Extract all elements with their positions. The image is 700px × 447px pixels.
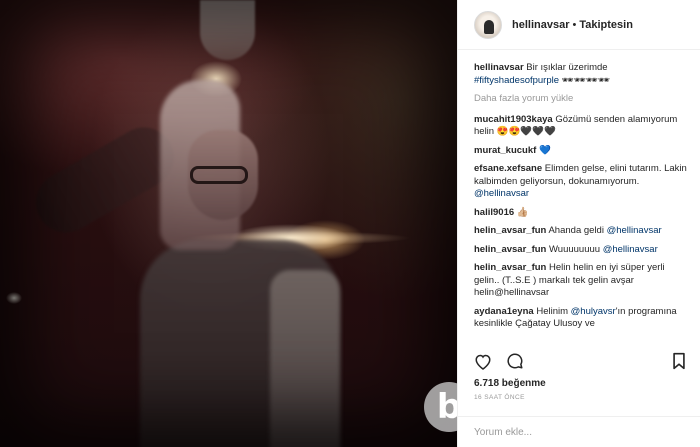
comment-username[interactable]: aydana1eyna: [474, 306, 534, 317]
comment-username[interactable]: helin_avsar_fun: [474, 262, 546, 273]
comment-mention[interactable]: @hellinavsar: [474, 188, 529, 199]
comment-text: 💙: [538, 144, 551, 156]
comment-icon[interactable]: [506, 352, 524, 370]
comment-username[interactable]: helin_avsar_fun: [474, 225, 546, 236]
comment-text: Wuuuuuuuu: [548, 243, 601, 255]
likes-count[interactable]: 6.718 beğenme: [474, 378, 546, 389]
comment-username[interactable]: murat_kucukf: [474, 145, 536, 156]
post-header: hellinavsar • Takiptesin: [458, 0, 700, 50]
comment-username[interactable]: halil9016: [474, 207, 514, 218]
bookmark-icon[interactable]: [670, 352, 688, 370]
list-item: helin_avsar_fun Wuuuuuuuu @hellinavsar: [474, 244, 690, 257]
post-photo[interactable]: [0, 0, 457, 447]
post-timestamp: 16 SAAT ÖNCE: [474, 394, 525, 401]
comments-list: hellinavsar Bir ışıklar üzerimde #fiftys…: [474, 62, 690, 342]
caption-text: Bir ışıklar üzerimde: [526, 62, 608, 73]
heart-icon[interactable]: [474, 352, 492, 370]
header-separator: •: [572, 18, 577, 31]
list-item: halil9016 👍🏼: [474, 207, 690, 220]
comment-mention[interactable]: @hulyavsr: [571, 306, 616, 317]
post-side-panel: hellinavsar • Takiptesin hellinavsar Bir…: [457, 0, 700, 447]
avatar[interactable]: [474, 10, 502, 39]
comment-mention[interactable]: @hellinavsar: [607, 225, 662, 236]
comment-text: Ahanda geldi: [548, 225, 604, 236]
comment-username[interactable]: mucahit1903kaya: [474, 114, 553, 125]
photo-vignette: [0, 0, 457, 447]
caption-username[interactable]: hellinavsar: [474, 62, 524, 73]
list-item: mucahit1903kaya Gözümü senden alamıyorum…: [474, 114, 690, 139]
post-actions-bar: [474, 350, 688, 372]
list-item: efsane.xefsane Elimden gelse, elini tuta…: [474, 163, 690, 201]
comment-username[interactable]: efsane.xefsane: [474, 163, 542, 174]
comment-mention[interactable]: @hellinavsar: [603, 244, 658, 255]
caption-hashtag[interactable]: #fiftyshadesofpurple: [474, 75, 559, 86]
caption: hellinavsar Bir ışıklar üzerimde #fiftys…: [474, 62, 690, 87]
caption-emoji: 🕶🕶🕶🕶: [561, 74, 610, 86]
comment-text: Helinim: [536, 305, 569, 317]
list-item: helin_avsar_fun Ahanda geldi @hellinavsa…: [474, 225, 690, 238]
list-item: aydana1eyna Helinim @hulyavsr'ın program…: [474, 306, 690, 331]
list-item: helin_avsar_fun Helin helin en iyi süper…: [474, 262, 690, 300]
add-comment-input[interactable]: Yorum ekle...: [458, 416, 700, 447]
load-more-comments-button[interactable]: Daha fazla yorum yükle: [474, 93, 690, 106]
follow-status-button[interactable]: Takiptesin: [579, 19, 633, 31]
comment-username[interactable]: helin_avsar_fun: [474, 244, 546, 255]
comment-text: 👍🏼: [516, 206, 529, 218]
list-item: murat_kucukf 💙: [474, 145, 690, 158]
header-username[interactable]: hellinavsar: [512, 19, 569, 31]
